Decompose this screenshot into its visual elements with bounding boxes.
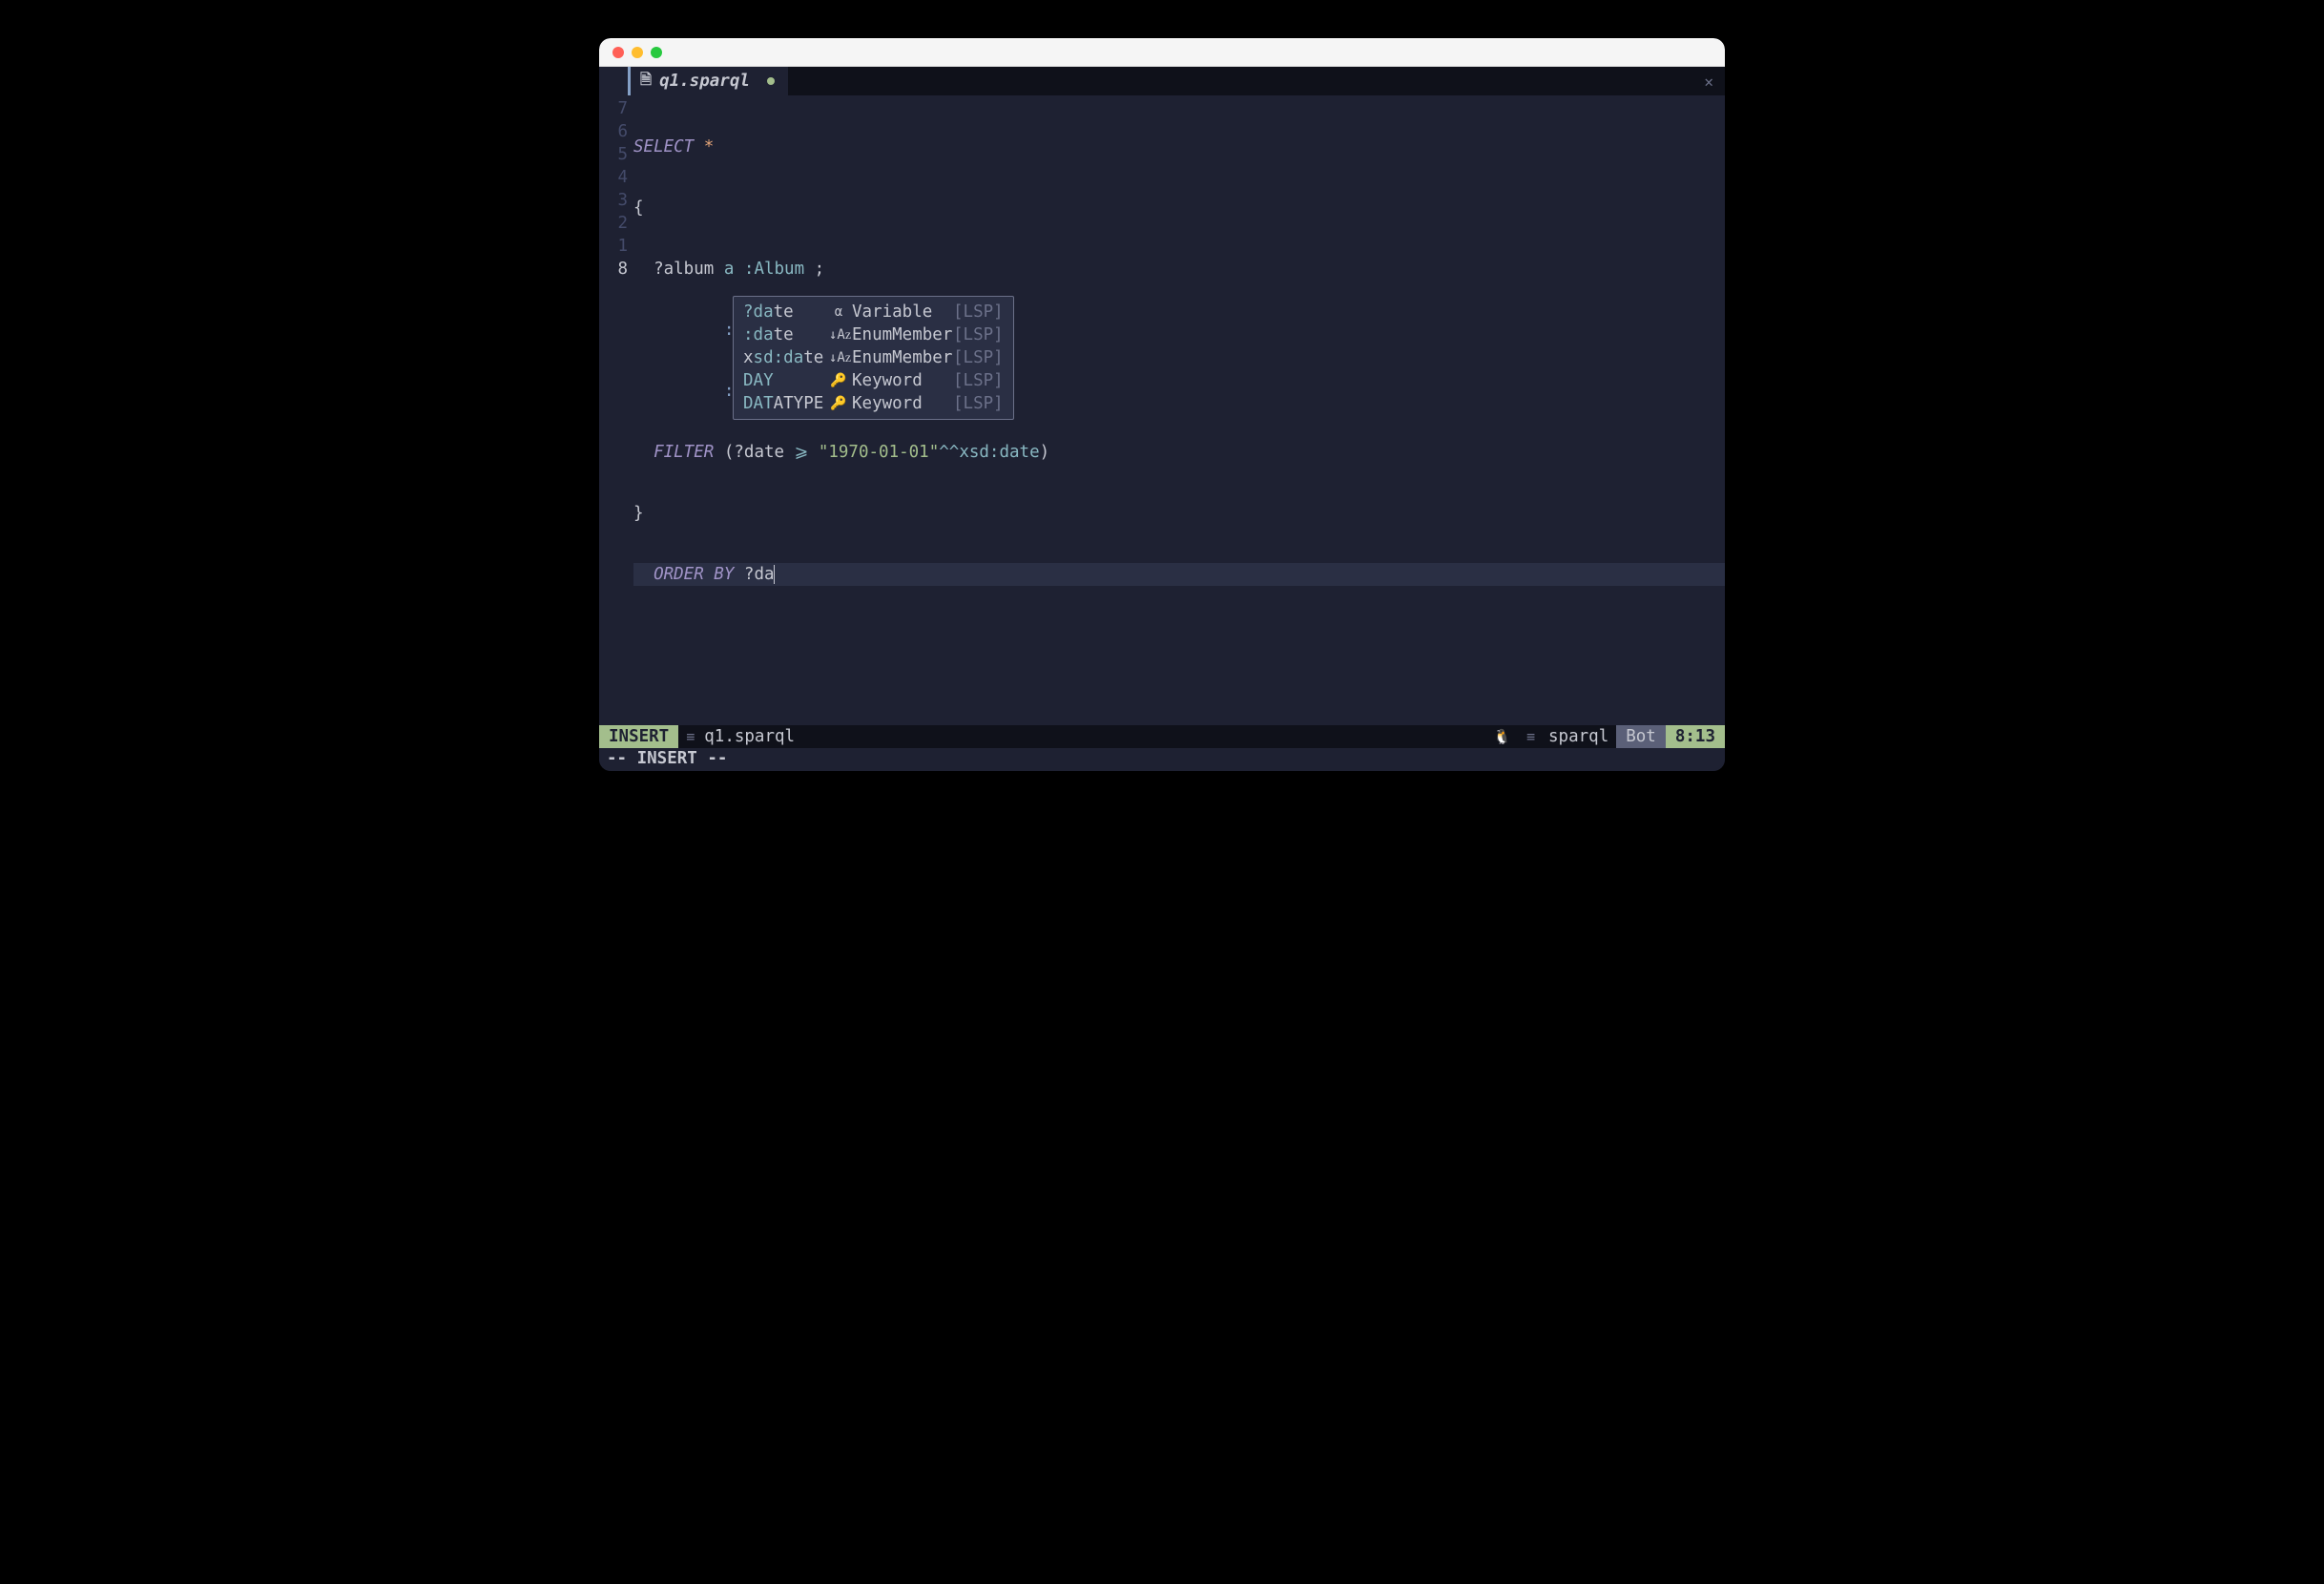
status-position: Bot <box>1616 725 1666 748</box>
completion-source: [LSP] <box>953 371 1004 390</box>
enum-icon: ↓Aᴢ <box>829 350 848 366</box>
line-number: 6 <box>599 120 628 143</box>
line-number: 3 <box>599 189 628 212</box>
brace: } <box>633 502 1725 525</box>
line-number: 1 <box>599 235 628 258</box>
datatype: xsd:date <box>959 443 1039 462</box>
line-number: 7 <box>599 97 628 120</box>
completion-source: [LSP] <box>953 302 1004 322</box>
completion-popup[interactable]: ?date α Variable [LSP] :date ↓Aᴢ EnumMem… <box>733 296 1014 420</box>
keyword-icon: 🔑 <box>829 373 848 388</box>
minimize-window-button[interactable] <box>632 47 643 58</box>
file-tab[interactable]: 🗎 q1.sparql <box>628 67 788 95</box>
keyword: ORDER BY <box>654 565 734 584</box>
operator: ⩾ <box>784 443 819 462</box>
line-number: 4 <box>599 166 628 189</box>
tab-filename: q1.sparql <box>659 72 750 91</box>
variable: ?album <box>654 260 714 279</box>
line-number: 2 <box>599 212 628 235</box>
titlebar[interactable] <box>599 38 1725 67</box>
enum-icon: ↓Aᴢ <box>829 327 848 344</box>
variable-icon: α <box>829 304 848 320</box>
modified-indicator-icon <box>767 77 775 85</box>
keyword: SELECT <box>633 137 694 156</box>
line-number: 8 <box>599 258 628 281</box>
close-window-button[interactable] <box>612 47 624 58</box>
tab-bar: 🗎 q1.sparql ✕ <box>599 67 1725 95</box>
status-filename: q1.sparql <box>704 727 795 746</box>
completion-item[interactable]: xsd:date ↓Aᴢ EnumMember [LSP] <box>734 346 1013 369</box>
os-icon: 🐧 <box>1485 728 1519 745</box>
separator-icon: ≡ <box>1519 728 1545 745</box>
command-line: -- INSERT -- <box>599 748 1725 771</box>
file-icon: 🗎 <box>640 70 652 94</box>
status-line: INSERT ≡ q1.sparql 🐧 ≡ sparql Bot 8:13 <box>599 725 1725 748</box>
completion-item[interactable]: :date ↓Aᴢ EnumMember [LSP] <box>734 323 1013 346</box>
maximize-window-button[interactable] <box>651 47 662 58</box>
status-rowcol: 8:13 <box>1666 725 1725 748</box>
editor-area[interactable]: 7 6 5 4 3 2 1 8 SELECT * { ?album a :Alb… <box>599 95 1725 725</box>
type: :Album <box>744 260 804 279</box>
line-number-gutter: 7 6 5 4 3 2 1 8 <box>599 95 633 725</box>
completion-item[interactable]: DATATYPE 🔑 Keyword [LSP] <box>734 392 1013 415</box>
keyword-icon: 🔑 <box>829 396 848 411</box>
completion-source: [LSP] <box>953 394 1004 413</box>
variable: ?date <box>734 443 784 462</box>
cursor <box>774 565 775 584</box>
star: * <box>694 137 714 156</box>
completion-item[interactable]: DAY 🔑 Keyword [LSP] <box>734 369 1013 392</box>
completion-kind: EnumMember <box>852 348 949 367</box>
completion-kind: Keyword <box>852 371 949 390</box>
variable-typing: ?da <box>744 565 775 584</box>
string: "1970-01-01" <box>819 443 939 462</box>
separator-icon: ≡ <box>678 728 704 745</box>
completion-kind: EnumMember <box>852 325 949 344</box>
completion-kind: Variable <box>852 302 949 322</box>
mode-badge: INSERT <box>599 725 678 748</box>
keyword: FILTER <box>654 443 714 462</box>
status-filetype: sparql <box>1545 727 1616 746</box>
brace: { <box>633 197 1725 219</box>
close-tab-button[interactable]: ✕ <box>1692 73 1725 91</box>
completion-item[interactable]: ?date α Variable [LSP] <box>734 301 1013 323</box>
line-number: 5 <box>599 143 628 166</box>
editor-window: 🗎 q1.sparql ✕ 7 6 5 4 3 2 1 8 SELECT * {… <box>599 38 1725 771</box>
completion-source: [LSP] <box>953 348 1004 367</box>
completion-kind: Keyword <box>852 394 949 413</box>
completion-source: [LSP] <box>953 325 1004 344</box>
